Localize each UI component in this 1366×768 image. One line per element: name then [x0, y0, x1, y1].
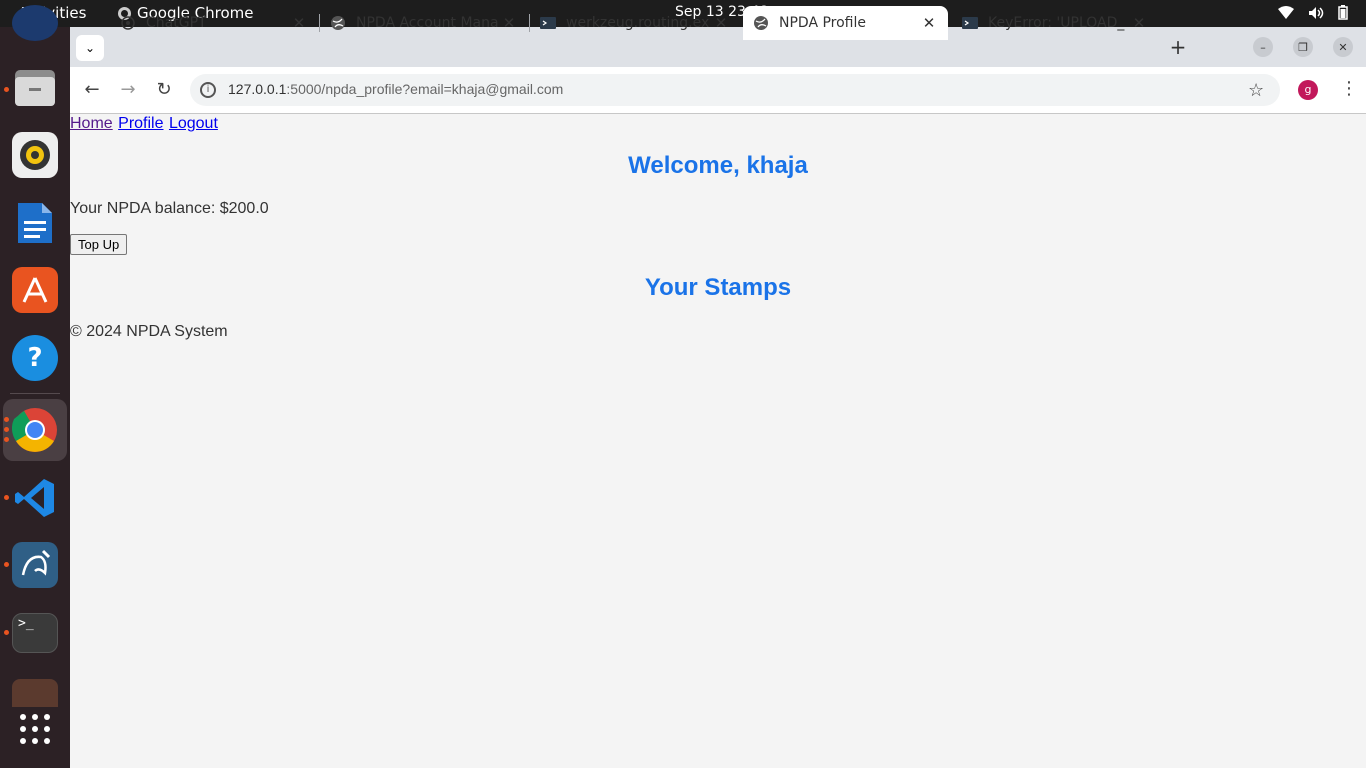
running-indicator: [4, 562, 9, 567]
help-icon[interactable]: ?: [12, 335, 58, 381]
nav-profile-link[interactable]: Profile: [118, 115, 163, 132]
running-indicator: [4, 417, 9, 422]
volume-icon: [1309, 6, 1324, 19]
vscode-icon[interactable]: [12, 475, 58, 521]
new-tab-button[interactable]: +: [1168, 35, 1188, 59]
tab-title: NPDA Account Mana: [356, 15, 499, 31]
close-icon[interactable]: ✕: [1130, 14, 1148, 32]
dock-partial-icon[interactable]: [12, 5, 58, 41]
kebab-menu-icon[interactable]: ⋮: [1340, 78, 1358, 99]
tab-chatgpt[interactable]: ChatGPT ✕: [110, 6, 318, 40]
top-up-button[interactable]: Top Up: [70, 234, 128, 255]
profile-avatar[interactable]: g: [1298, 80, 1318, 100]
rhythmbox-icon[interactable]: [12, 132, 58, 178]
plus-icon: +: [1169, 35, 1187, 59]
minimize-button[interactable]: –: [1253, 37, 1273, 57]
reload-button[interactable]: ↻: [153, 79, 175, 101]
dock-separator: [10, 393, 60, 394]
forward-arrow-icon: →: [120, 79, 136, 100]
site-info-icon[interactable]: i: [200, 82, 216, 98]
chevron-down-icon: ⌄: [84, 41, 96, 55]
mysql-workbench-icon[interactable]: [12, 542, 58, 588]
tab-title: KeyError: 'UPLOAD_: [988, 15, 1125, 31]
url-host: 127.0.0.1: [228, 81, 287, 97]
maximize-button[interactable]: ❐: [1293, 37, 1313, 57]
dock: ? >_: [0, 5, 70, 768]
tab-title: werkzeug.routing.ex: [566, 15, 710, 31]
files-icon[interactable]: [12, 65, 58, 111]
footer-text: © 2024 NPDA System: [70, 323, 228, 340]
back-button[interactable]: ←: [81, 79, 103, 101]
system-tray[interactable]: [1278, 5, 1348, 20]
wifi-icon: [1278, 5, 1294, 19]
terminal-icon: [540, 17, 556, 29]
nav-logout-link[interactable]: Logout: [169, 115, 218, 132]
globe-icon: [754, 16, 768, 30]
chrome-icon[interactable]: [12, 407, 58, 453]
running-indicator: [4, 437, 9, 442]
stamps-heading: Your Stamps: [644, 274, 792, 301]
close-icon[interactable]: ✕: [290, 14, 308, 32]
disk-icon[interactable]: [12, 679, 58, 707]
back-arrow-icon: ←: [84, 79, 100, 100]
restore-icon: ❐: [1298, 40, 1308, 54]
tab-werkzeug[interactable]: werkzeug.routing.ex ✕: [530, 6, 740, 40]
tab-npda-account[interactable]: NPDA Account Mana ✕: [320, 6, 528, 40]
running-indicator: [4, 495, 9, 500]
globe-icon: [331, 16, 345, 30]
close-window-button[interactable]: ✕: [1333, 37, 1353, 57]
minimize-icon: –: [1260, 40, 1266, 54]
battery-icon: [1338, 5, 1348, 20]
reload-icon: ↻: [156, 79, 172, 100]
site-nav: Home Profile Logout: [70, 115, 219, 133]
terminal-icon: [962, 17, 978, 29]
running-indicator: [4, 630, 9, 635]
close-icon[interactable]: ✕: [920, 14, 938, 32]
tab-npda-profile[interactable]: NPDA Profile ✕: [743, 6, 948, 40]
tab-keyerror[interactable]: KeyError: 'UPLOAD_ ✕: [952, 6, 1158, 40]
chatgpt-icon: [121, 16, 135, 30]
balance-text: Your NPDA balance: $200.0: [70, 200, 269, 217]
nav-home-link[interactable]: Home: [70, 115, 113, 132]
tab-search-button[interactable]: ⌄: [76, 35, 104, 61]
browser-toolbar: ← → ↻ i 127.0.0.1:5000/npda_profile?emai…: [70, 67, 1366, 114]
running-indicator: [4, 87, 9, 92]
bookmark-star-icon[interactable]: ☆: [1248, 80, 1264, 101]
tab-title: ChatGPT: [146, 15, 207, 31]
show-apps-icon[interactable]: [12, 706, 58, 752]
tab-title: NPDA Profile: [779, 15, 867, 31]
forward-button[interactable]: →: [117, 79, 139, 101]
url-path: :5000/npda_profile?email=khaja@gmail.com: [286, 81, 564, 97]
writer-icon[interactable]: [12, 200, 58, 246]
address-bar[interactable]: i 127.0.0.1:5000/npda_profile?email=khaj…: [190, 74, 1280, 106]
running-indicator: [4, 427, 9, 432]
close-icon: ✕: [1338, 40, 1348, 54]
close-icon[interactable]: ✕: [500, 14, 518, 32]
app-center-icon[interactable]: [12, 267, 58, 313]
close-icon[interactable]: ✕: [712, 14, 730, 32]
url-text[interactable]: 127.0.0.1:5000/npda_profile?email=khaja@…: [228, 81, 563, 97]
page-content: Home Profile Logout Welcome, khaja Your …: [70, 115, 1366, 768]
terminal-icon[interactable]: >_: [12, 613, 58, 653]
welcome-heading: Welcome, khaja: [628, 152, 808, 179]
